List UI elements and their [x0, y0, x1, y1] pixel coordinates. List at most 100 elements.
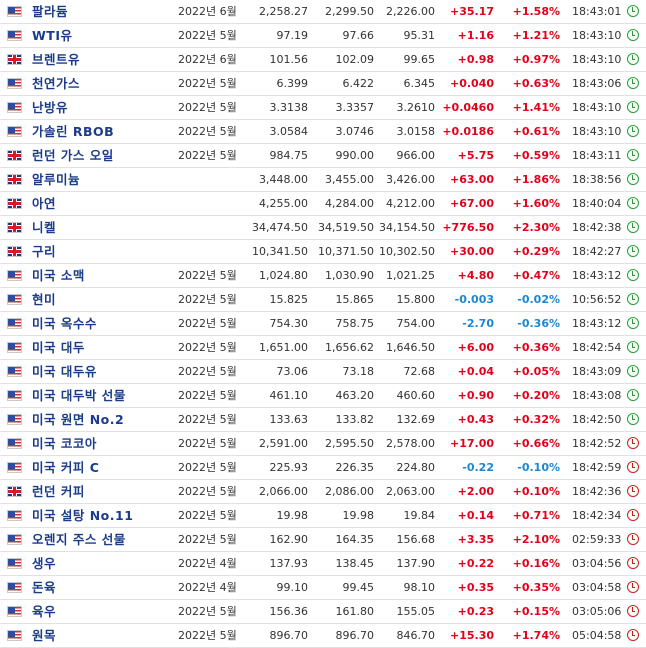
update-time: 18:42:38 — [572, 221, 622, 234]
commodity-name-link[interactable]: 돈육 — [32, 576, 56, 599]
commodity-name-link[interactable]: 가솔린 RBOB — [32, 120, 114, 143]
table-row[interactable]: WTI유 2022년 5월 97.19 97.66 95.31 +1.16 +1… — [0, 24, 646, 48]
country-flag-icon — [7, 534, 22, 545]
change-value: +0.040 — [449, 77, 494, 90]
commodity-name-link[interactable]: 생우 — [32, 552, 56, 575]
commodity-name-link[interactable]: 알루미늄 — [32, 168, 80, 191]
commodity-name-link[interactable]: 미국 옥수수 — [32, 312, 97, 335]
commodity-name-link[interactable]: 런던 가스 오일 — [32, 144, 114, 167]
commodity-name-link[interactable]: 원목 — [32, 624, 56, 647]
table-row[interactable]: 니켈 34,474.50 34,519.50 34,154.50 +776.50… — [0, 216, 646, 240]
commodity-name-link[interactable]: 미국 대두유 — [32, 360, 97, 383]
change-value: +0.35 — [457, 581, 494, 594]
high-price: 6.422 — [342, 77, 375, 90]
table-row[interactable]: 원목 2022년 5월 896.70 896.70 846.70 +15.30 … — [0, 624, 646, 648]
change-percent: +2.10% — [512, 533, 560, 546]
update-time: 18:43:11 — [572, 149, 622, 162]
commodity-name-link[interactable]: 아연 — [32, 192, 56, 215]
commodity-name-link[interactable]: 미국 대두박 선물 — [32, 384, 126, 407]
low-price: 98.10 — [403, 581, 436, 594]
table-row[interactable]: 아연 4,255.00 4,284.00 4,212.00 +67.00 +1.… — [0, 192, 646, 216]
clock-icon — [627, 101, 639, 113]
high-price: 138.45 — [335, 557, 375, 570]
clock-icon — [627, 581, 639, 593]
table-row[interactable]: 육우 2022년 5월 156.36 161.80 155.05 +0.23 +… — [0, 600, 646, 624]
country-flag-icon — [7, 246, 22, 257]
high-price: 19.98 — [342, 509, 375, 522]
last-price: 2,066.00 — [259, 485, 308, 498]
last-price: 1,024.80 — [259, 269, 308, 282]
high-price: 1,030.90 — [325, 269, 374, 282]
table-row[interactable]: 구리 10,341.50 10,371.50 10,302.50 +30.00 … — [0, 240, 646, 264]
table-row[interactable]: 팔라듐 2022년 6월 2,258.27 2,299.50 2,226.00 … — [0, 0, 646, 24]
commodity-name-link[interactable]: 천연가스 — [32, 72, 80, 95]
table-row[interactable]: 천연가스 2022년 5월 6.399 6.422 6.345 +0.040 +… — [0, 72, 646, 96]
commodity-name-link[interactable]: 오렌지 주스 선물 — [32, 528, 126, 551]
low-price: 966.00 — [396, 149, 436, 162]
clock-icon — [627, 317, 639, 329]
commodity-name-link[interactable]: WTI유 — [32, 24, 72, 47]
commodity-name-link[interactable]: 런던 커피 — [32, 480, 85, 503]
change-percent: +1.86% — [512, 173, 560, 186]
country-flag-icon — [7, 198, 22, 209]
table-row[interactable]: 미국 대두박 선물 2022년 5월 461.10 463.20 460.60 … — [0, 384, 646, 408]
commodity-name-link[interactable]: 미국 대두 — [32, 336, 85, 359]
commodity-name-link[interactable]: 브렌트유 — [32, 48, 80, 71]
change-percent: -0.36% — [517, 317, 560, 330]
contract-month: 2022년 5월 — [178, 485, 237, 498]
country-flag-icon — [7, 414, 22, 425]
change-value: +0.14 — [457, 509, 494, 522]
commodity-name-link[interactable]: 미국 소맥 — [32, 264, 85, 287]
update-time: 18:43:10 — [572, 53, 622, 66]
commodity-name-link[interactable]: 난방유 — [32, 96, 68, 119]
table-row[interactable]: 미국 설탕 No.11 2022년 5월 19.98 19.98 19.84 +… — [0, 504, 646, 528]
commodity-name-link[interactable]: 육우 — [32, 600, 56, 623]
commodity-name-link[interactable]: 미국 원면 No.2 — [32, 408, 124, 431]
update-time: 18:43:06 — [572, 77, 622, 90]
high-price: 226.35 — [335, 461, 375, 474]
update-time: 18:43:09 — [572, 365, 622, 378]
high-price: 15.865 — [335, 293, 375, 306]
commodity-name-link[interactable]: 니켈 — [32, 216, 56, 239]
low-price: 99.65 — [403, 53, 436, 66]
table-row[interactable]: 런던 가스 오일 2022년 5월 984.75 990.00 966.00 +… — [0, 144, 646, 168]
change-value: +1.16 — [457, 29, 494, 42]
last-price: 73.06 — [276, 365, 309, 378]
table-row[interactable]: 미국 원면 No.2 2022년 5월 133.63 133.82 132.69… — [0, 408, 646, 432]
change-percent: +1.74% — [512, 629, 560, 642]
country-flag-icon — [7, 558, 22, 569]
commodity-name-link[interactable]: 현미 — [32, 288, 56, 311]
clock-icon — [627, 461, 639, 473]
clock-icon — [627, 533, 639, 545]
last-price: 137.93 — [269, 557, 309, 570]
change-percent: +0.59% — [512, 149, 560, 162]
low-price: 460.60 — [396, 389, 436, 402]
table-row[interactable]: 알루미늄 3,448.00 3,455.00 3,426.00 +63.00 +… — [0, 168, 646, 192]
contract-month: 2022년 5월 — [178, 269, 237, 282]
table-row[interactable]: 생우 2022년 4월 137.93 138.45 137.90 +0.22 +… — [0, 552, 646, 576]
low-price: 2,063.00 — [386, 485, 435, 498]
table-row[interactable]: 현미 2022년 5월 15.825 15.865 15.800 -0.003 … — [0, 288, 646, 312]
table-row[interactable]: 미국 소맥 2022년 5월 1,024.80 1,030.90 1,021.2… — [0, 264, 646, 288]
table-row[interactable]: 미국 대두 2022년 5월 1,651.00 1,656.62 1,646.5… — [0, 336, 646, 360]
table-row[interactable]: 오렌지 주스 선물 2022년 5월 162.90 164.35 156.68 … — [0, 528, 646, 552]
commodity-name-link[interactable]: 팔라듐 — [32, 0, 68, 23]
commodity-name-link[interactable]: 미국 커피 C — [32, 456, 99, 479]
high-price: 3,455.00 — [325, 173, 374, 186]
table-row[interactable]: 미국 커피 C 2022년 5월 225.93 226.35 224.80 -0… — [0, 456, 646, 480]
commodity-name-link[interactable]: 미국 코코아 — [32, 432, 97, 455]
commodity-name-link[interactable]: 구리 — [32, 240, 56, 263]
table-row[interactable]: 미국 대두유 2022년 5월 73.06 73.18 72.68 +0.04 … — [0, 360, 646, 384]
table-row[interactable]: 난방유 2022년 5월 3.3138 3.3357 3.2610 +0.046… — [0, 96, 646, 120]
high-price: 164.35 — [335, 533, 375, 546]
table-row[interactable]: 가솔린 RBOB 2022년 5월 3.0584 3.0746 3.0158 +… — [0, 120, 646, 144]
commodity-name-link[interactable]: 미국 설탕 No.11 — [32, 504, 133, 527]
country-flag-icon — [7, 126, 22, 137]
table-row[interactable]: 브렌트유 2022년 6월 101.56 102.09 99.65 +0.98 … — [0, 48, 646, 72]
table-row[interactable]: 런던 커피 2022년 5월 2,066.00 2,086.00 2,063.0… — [0, 480, 646, 504]
low-price: 34,154.50 — [379, 221, 435, 234]
table-row[interactable]: 돈육 2022년 4월 99.10 99.45 98.10 +0.35 +0.3… — [0, 576, 646, 600]
table-row[interactable]: 미국 옥수수 2022년 5월 754.30 758.75 754.00 -2.… — [0, 312, 646, 336]
table-row[interactable]: 미국 코코아 2022년 5월 2,591.00 2,595.50 2,578.… — [0, 432, 646, 456]
contract-month: 2022년 5월 — [178, 149, 237, 162]
